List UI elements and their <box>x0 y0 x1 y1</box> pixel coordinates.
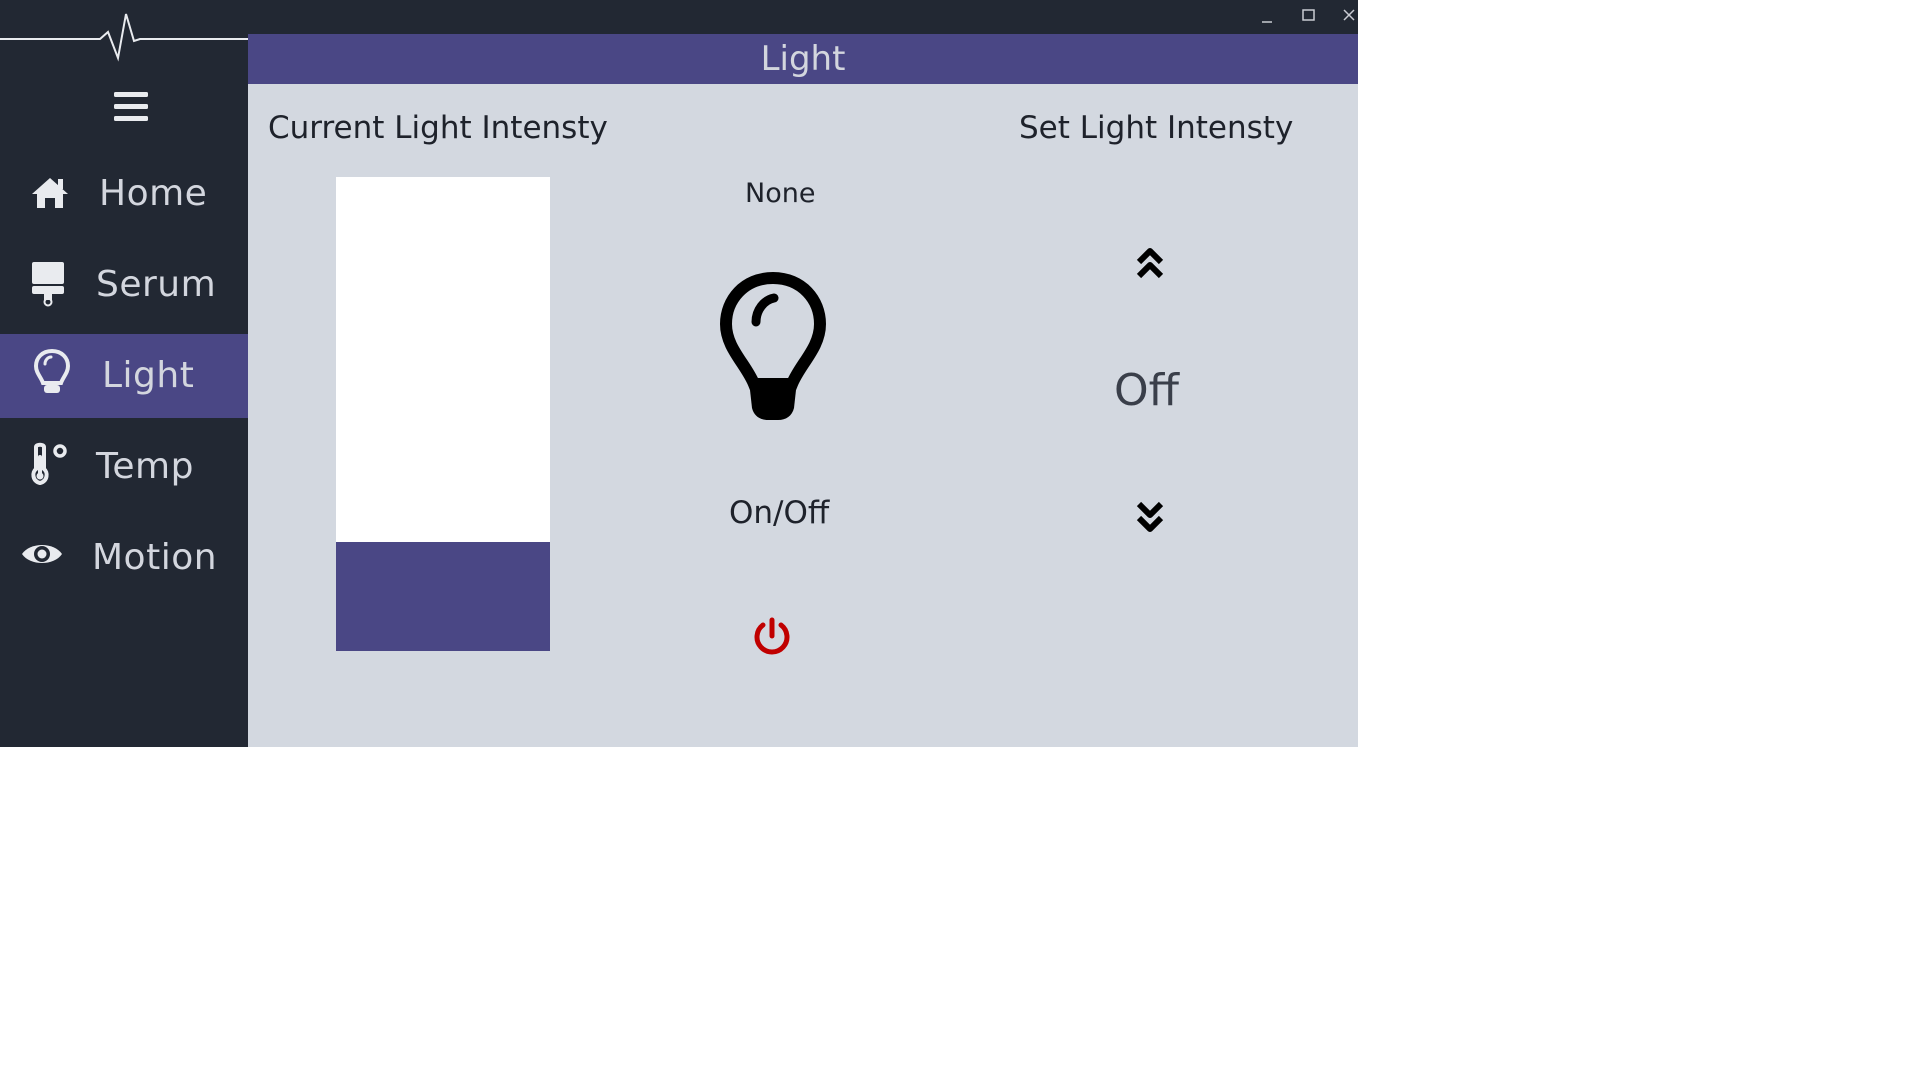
onoff-label: On/Off <box>729 495 830 531</box>
paint-brush-icon <box>32 262 64 307</box>
sidebar-item-light[interactable]: Light <box>0 334 248 418</box>
close-icon[interactable] <box>1334 4 1364 28</box>
hamburger-menu-icon[interactable] <box>108 88 156 128</box>
sidebar-item-motion[interactable]: Motion <box>0 516 248 600</box>
status-text: None <box>745 178 816 209</box>
increase-intensity-button[interactable] <box>1132 244 1168 284</box>
sidebar-item-home[interactable]: Home <box>0 152 248 236</box>
current-intensity-label: Current Light Intensty <box>268 110 608 146</box>
sidebar-item-label: Light <box>102 355 195 396</box>
sidebar-item-label: Motion <box>92 537 218 578</box>
minimize-icon[interactable] <box>1252 4 1282 28</box>
maximize-icon[interactable] <box>1293 4 1323 28</box>
decrease-intensity-button[interactable] <box>1132 496 1168 536</box>
lightbulb-icon <box>719 272 827 420</box>
app-window: Home Serum Light Temp Motion Light Curre… <box>0 0 1358 747</box>
main-content: Current Light Intensty Set Light Intenst… <box>248 84 1358 747</box>
page-title-bar: Light <box>248 34 1358 84</box>
intensity-bar-fill <box>336 541 550 651</box>
heartbeat-pulse-icon <box>0 13 248 62</box>
thermometer-icon <box>31 442 67 486</box>
power-button[interactable] <box>750 615 794 659</box>
set-intensity-label: Set Light Intensty <box>1019 110 1294 146</box>
set-intensity-value: Off <box>1114 365 1179 416</box>
sidebar-item-serum[interactable]: Serum <box>0 243 248 327</box>
intensity-bar <box>336 177 550 651</box>
sidebar-item-temp[interactable]: Temp <box>0 425 248 509</box>
sidebar-item-label: Serum <box>96 264 217 305</box>
page-title: Light <box>760 39 846 79</box>
eye-icon <box>22 545 62 563</box>
sidebar-item-label: Temp <box>96 446 194 487</box>
sidebar: Home Serum Light Temp Motion <box>0 0 248 747</box>
sidebar-item-label: Home <box>99 173 208 214</box>
lightbulb-icon <box>33 348 71 393</box>
window-top-bar <box>248 0 1358 34</box>
home-icon <box>32 178 68 208</box>
